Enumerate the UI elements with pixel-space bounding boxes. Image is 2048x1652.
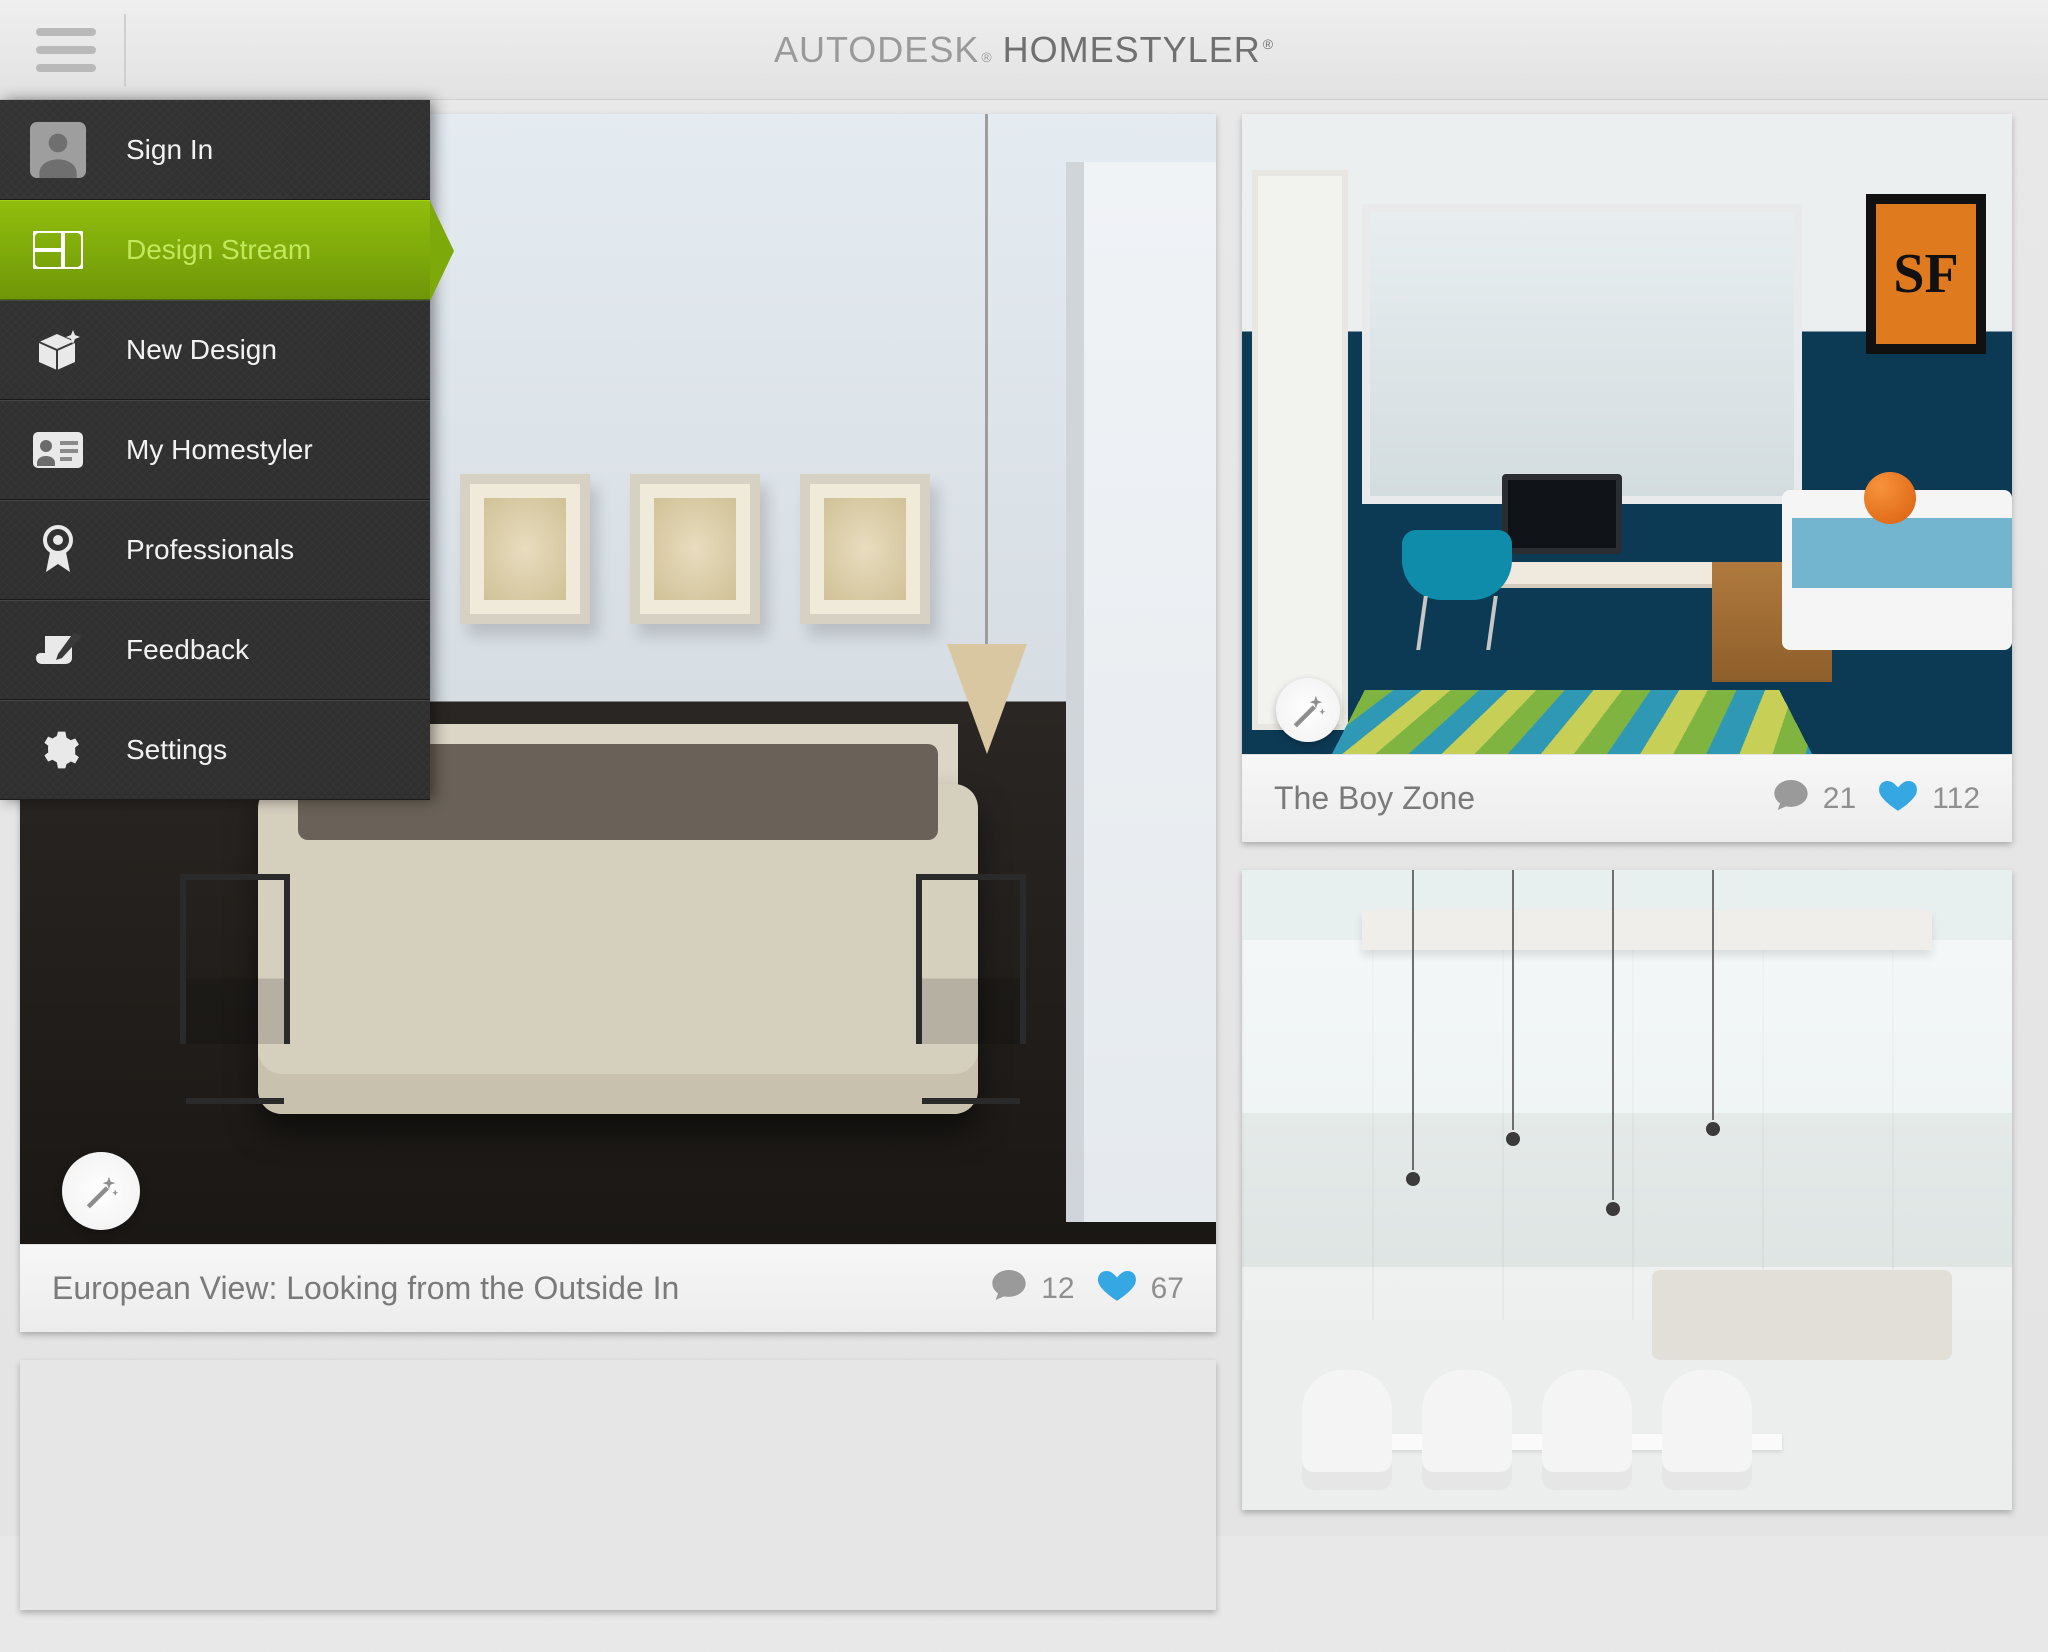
design-card[interactable] bbox=[20, 1360, 1216, 1610]
brand-logo: AUTODESK® HOMESTYLER® bbox=[774, 29, 1274, 71]
design-thumbnail: SF bbox=[1242, 114, 2012, 754]
comment-icon bbox=[1769, 775, 1813, 823]
likes-button[interactable]: 67 bbox=[1093, 1264, 1184, 1314]
sidebar-item-sign-in[interactable]: Sign In bbox=[0, 100, 430, 200]
id-card-icon bbox=[26, 418, 90, 482]
card-footer: European View: Looking from the Outside … bbox=[20, 1244, 1216, 1332]
comments-button[interactable]: 21 bbox=[1769, 775, 1856, 823]
design-card[interactable]: SF The Boy Zone 21 bbox=[1242, 114, 2012, 842]
likes-button[interactable]: 112 bbox=[1874, 774, 1980, 824]
design-title: The Boy Zone bbox=[1274, 780, 1475, 817]
heart-icon bbox=[1874, 774, 1922, 824]
sidebar-item-design-stream[interactable]: Design Stream bbox=[0, 200, 430, 300]
brand-product: HOMESTYLER® bbox=[1003, 29, 1274, 71]
app-header: AUTODESK® HOMESTYLER® bbox=[0, 0, 2048, 100]
magic-wand-icon bbox=[1289, 691, 1327, 729]
scroll-quill-icon bbox=[26, 618, 90, 682]
magic-wand-button[interactable] bbox=[1276, 678, 1340, 742]
comments-count: 12 bbox=[1041, 1272, 1074, 1306]
sidebar-item-label: New Design bbox=[126, 334, 277, 366]
likes-count: 67 bbox=[1151, 1272, 1184, 1306]
magic-wand-button[interactable] bbox=[62, 1152, 140, 1230]
design-title: European View: Looking from the Outside … bbox=[52, 1270, 679, 1307]
sidebar-item-my-homestyler[interactable]: My Homestyler bbox=[0, 400, 430, 500]
likes-count: 112 bbox=[1932, 782, 1980, 816]
sidebar-menu: Sign In Design Stream New Design My Home… bbox=[0, 100, 430, 800]
sidebar-item-label: My Homestyler bbox=[126, 434, 313, 466]
magic-wand-icon bbox=[82, 1172, 120, 1210]
layout-grid-icon bbox=[26, 218, 90, 282]
sidebar-item-label: Feedback bbox=[126, 634, 249, 666]
card-footer: The Boy Zone 21 112 bbox=[1242, 754, 2012, 842]
box-sparkle-icon bbox=[26, 318, 90, 382]
heart-icon bbox=[1093, 1264, 1141, 1314]
sidebar-item-professionals[interactable]: Professionals bbox=[0, 500, 430, 600]
sidebar-item-label: Design Stream bbox=[126, 234, 311, 266]
brand-company: AUTODESK bbox=[774, 29, 979, 71]
sidebar-item-new-design[interactable]: New Design bbox=[0, 300, 430, 400]
sidebar-item-label: Settings bbox=[126, 734, 227, 766]
comments-button[interactable]: 12 bbox=[987, 1265, 1074, 1313]
menu-toggle-button[interactable] bbox=[36, 28, 96, 72]
sidebar-item-label: Professionals bbox=[126, 534, 294, 566]
sidebar-item-label: Sign In bbox=[126, 134, 213, 166]
sidebar-item-feedback[interactable]: Feedback bbox=[0, 600, 430, 700]
comment-icon bbox=[987, 1265, 1031, 1313]
badge-ribbon-icon bbox=[26, 518, 90, 582]
header-divider bbox=[124, 14, 126, 86]
user-avatar-icon bbox=[26, 118, 90, 182]
wall-poster: SF bbox=[1866, 194, 1986, 354]
sidebar-item-settings[interactable]: Settings bbox=[0, 700, 430, 800]
design-thumbnail bbox=[1242, 870, 2012, 1510]
comments-count: 21 bbox=[1823, 782, 1856, 816]
gear-icon bbox=[26, 718, 90, 782]
design-card[interactable] bbox=[1242, 870, 2012, 1510]
